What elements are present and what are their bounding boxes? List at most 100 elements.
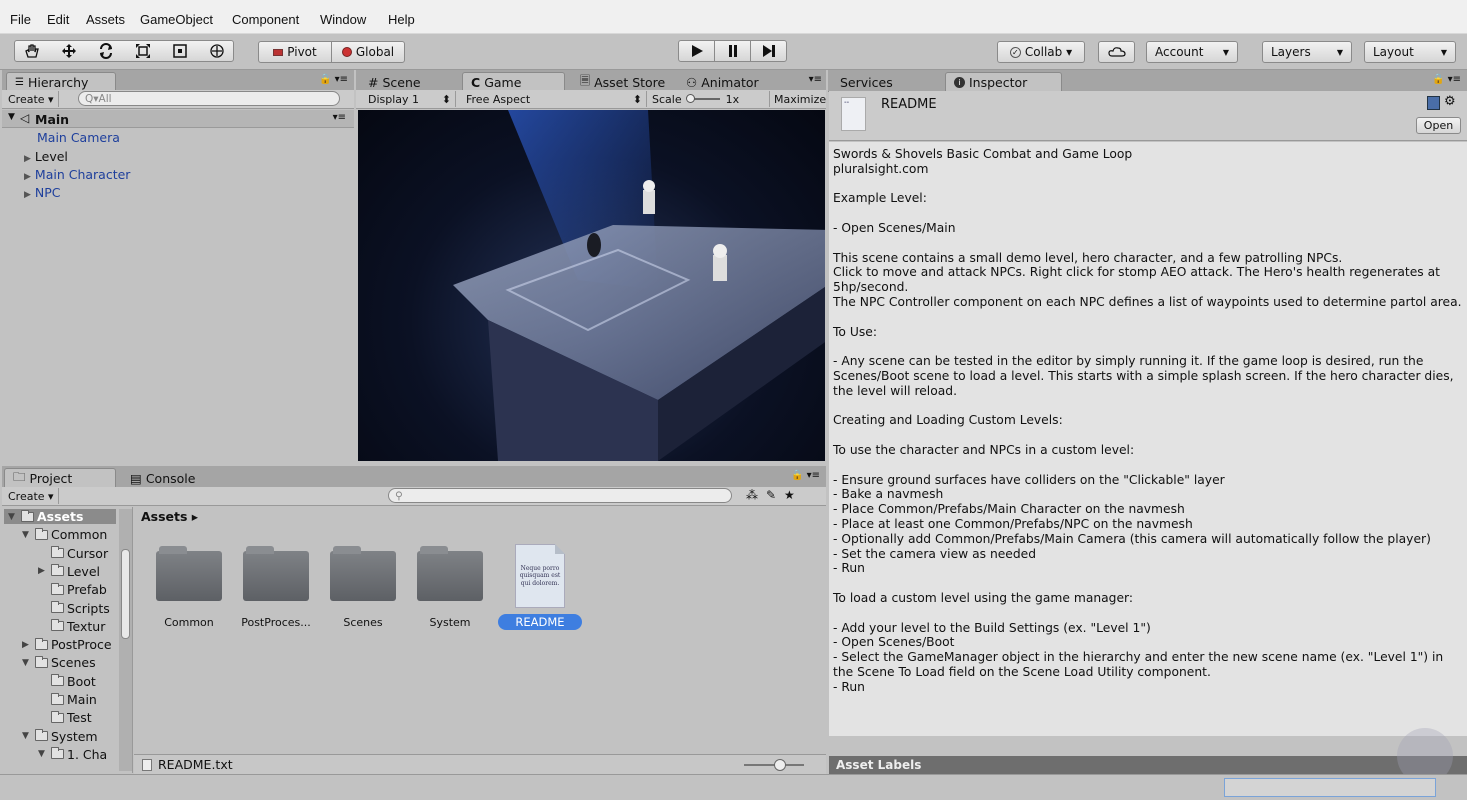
collab-label: Collab ▾ (1024, 45, 1073, 59)
hierarchy-search-input[interactable]: Q▾All (78, 91, 340, 106)
open-button[interactable]: Open (1416, 117, 1461, 134)
icon-size-slider[interactable] (744, 759, 804, 771)
expand-arrow-icon[interactable]: ▶ (38, 566, 48, 576)
folder-tree-label: Prefab (67, 582, 107, 598)
hierarchy-item-level[interactable]: ▶ Level (24, 149, 68, 164)
expand-arrow-icon[interactable]: ▼ (22, 731, 32, 741)
layers-dropdown[interactable]: Layers ▼ (1262, 41, 1352, 63)
rect-tool-icon[interactable] (171, 43, 189, 59)
game-view[interactable] (358, 110, 825, 461)
panel-menu-icon[interactable]: 🔒 ▾≡ (1432, 74, 1461, 85)
panel-menu-icon[interactable]: ▾≡ (809, 74, 822, 85)
scene-header[interactable]: ▼ ◁ Main ▾≡ (2, 110, 354, 128)
tab-inspector[interactable]: i Inspector (945, 72, 1062, 92)
folder-tree-item[interactable]: Scripts (38, 601, 110, 616)
hierarchy-item-main-camera[interactable]: Main Camera (37, 130, 120, 145)
expand-arrow-icon[interactable]: ▼ (8, 512, 18, 522)
tab-asset-store[interactable]: 🗏 Asset Store (572, 72, 673, 92)
folder-tree-item[interactable]: ▼ Common (22, 527, 107, 542)
expand-arrow-icon[interactable]: ▼ (8, 112, 15, 122)
panel-menu-icon[interactable]: 🔒 ▾≡ (319, 74, 348, 85)
asset-labels-header[interactable]: Asset Labels (829, 756, 1467, 774)
menu-gameobject[interactable]: GameObject (140, 12, 213, 27)
collab-dropdown[interactable]: ✓ Collab ▾ (997, 41, 1085, 63)
tab-project[interactable]: 🗀 Project (4, 468, 116, 488)
scale-slider[interactable]: Scale 1x (648, 91, 770, 107)
expand-arrow-icon[interactable]: ▼ (22, 530, 32, 540)
move-tool-icon[interactable] (60, 43, 78, 59)
folder-icon (35, 527, 48, 540)
tree-scrollbar[interactable] (119, 509, 132, 771)
asset-folder-system[interactable]: System (410, 546, 490, 629)
folder-tree-item[interactable]: ▼ System (22, 729, 98, 744)
hierarchy-item-main-character[interactable]: ▶ Main Character (24, 167, 130, 182)
hand-tool-icon[interactable] (23, 43, 41, 59)
tab-game[interactable]: C Game (462, 72, 565, 92)
folder-tree-item[interactable]: Textur (38, 619, 105, 634)
main-toolbar: Pivot Global ✓ Collab ▾ Account ▼ Layers… (0, 34, 1467, 70)
project-search-input[interactable]: ⚲ (388, 488, 732, 503)
rotate-tool-icon[interactable] (97, 43, 115, 59)
hierarchy-item-npc[interactable]: ▶ NPC (24, 185, 61, 200)
tab-animator[interactable]: ⚇ Animator (678, 72, 767, 92)
hierarchy-create-button[interactable]: Create ▾ (4, 91, 59, 107)
expand-arrow-icon[interactable]: ▶ (22, 640, 32, 650)
display-dropdown[interactable]: Display 1 ⬍ (364, 91, 456, 107)
gear-icon[interactable]: ⚙ (1444, 94, 1456, 109)
transform-tool-icon[interactable] (208, 43, 226, 59)
folder-tree-item[interactable]: ▼ Scenes (22, 655, 96, 670)
aspect-dropdown[interactable]: Free Aspect ⬍ (462, 91, 647, 107)
filter-icons[interactable]: ⁂✎★ (746, 488, 803, 502)
folder-tree-item[interactable]: ▼ Assets (4, 509, 116, 524)
account-dropdown[interactable]: Account ▼ (1146, 41, 1238, 63)
asset-folder-common[interactable]: Common (149, 546, 229, 629)
tab-scene[interactable]: # Scene (360, 72, 429, 92)
expand-arrow-icon[interactable]: ▶ (24, 172, 31, 182)
tab-services[interactable]: Services (832, 72, 901, 92)
menu-edit[interactable]: Edit (47, 12, 69, 27)
tree-scroll-thumb[interactable] (121, 549, 130, 639)
folder-tree-label: Boot (67, 673, 96, 689)
folder-tree-item[interactable]: Boot (38, 674, 96, 689)
folder-tree-item[interactable]: ▶ PostProce (22, 637, 112, 652)
expand-arrow-icon[interactable]: ▶ (24, 190, 31, 200)
global-toggle[interactable]: Global (331, 41, 405, 63)
asset-folder-postprocessing[interactable]: PostProces... (236, 546, 316, 629)
menu-file[interactable]: File (10, 12, 31, 27)
slider-thumb[interactable] (685, 94, 695, 103)
expand-arrow-icon[interactable]: ▶ (24, 154, 31, 164)
project-create-button[interactable]: Create ▾ (4, 488, 59, 504)
pause-button[interactable] (714, 40, 751, 62)
asset-readme[interactable]: Neque porro quisquam est qui dolorem. RE… (498, 544, 582, 630)
cloud-button[interactable] (1098, 41, 1135, 63)
scene-menu-icon[interactable]: ▾≡ (333, 112, 346, 123)
folder-tree-item[interactable]: ▼ 1. Cha (38, 747, 107, 762)
scale-tool-icon[interactable] (134, 43, 152, 59)
play-button[interactable] (678, 40, 715, 62)
tab-console[interactable]: ▤ Console (122, 468, 203, 488)
folder-tree-item[interactable]: Main (38, 692, 97, 707)
slider-thumb[interactable] (774, 759, 786, 771)
menu-window[interactable]: Window (320, 12, 366, 27)
expand-arrow-icon[interactable]: ▼ (38, 749, 48, 759)
menu-component[interactable]: Component (232, 12, 299, 27)
folder-tree-item[interactable]: Test (38, 710, 92, 725)
maximize-toggle[interactable]: Maximize (770, 91, 830, 107)
slider-track[interactable] (685, 94, 720, 103)
folder-tree-item[interactable]: Prefab (38, 582, 107, 597)
grid-icon: # (368, 74, 379, 90)
step-button[interactable] (750, 40, 787, 62)
expand-arrow-icon[interactable]: ▼ (22, 658, 32, 668)
layout-dropdown[interactable]: Layout ▼ (1364, 41, 1456, 63)
tab-services-label: Services (840, 74, 893, 90)
panel-menu-icon[interactable]: 🔒 ▾≡ (791, 470, 820, 481)
menu-help[interactable]: Help (388, 12, 415, 27)
pivot-toggle[interactable]: Pivot (258, 41, 332, 63)
menu-assets[interactable]: Assets (86, 12, 125, 27)
asset-folder-scenes[interactable]: Scenes (323, 546, 403, 629)
project-breadcrumb[interactable]: Assets ▸ (141, 509, 198, 524)
folder-tree-item[interactable]: ▶ Level (38, 564, 100, 579)
folder-tree-item[interactable]: Cursor (38, 546, 108, 561)
tab-hierarchy[interactable]: ☰ Hierarchy (6, 72, 116, 92)
book-icon[interactable] (1427, 96, 1440, 110)
